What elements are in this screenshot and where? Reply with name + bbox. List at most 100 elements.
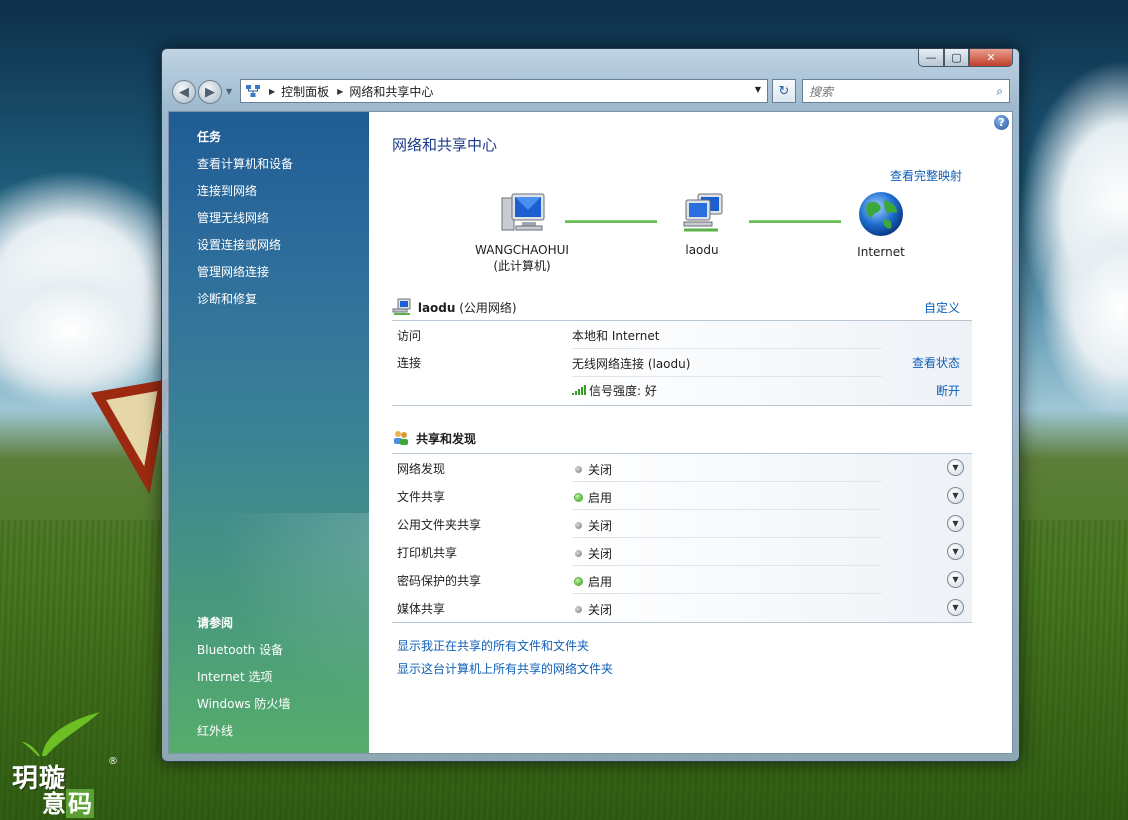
link-line-2 — [749, 220, 841, 223]
sharing-label-password-protected: 密码保护的共享 — [397, 574, 482, 588]
disconnect-link[interactable]: 断开 — [936, 382, 960, 399]
see-also-firewall[interactable]: Windows 防火墙 — [197, 695, 290, 712]
back-button[interactable]: ◀ — [172, 80, 196, 104]
search-input[interactable] — [807, 81, 991, 103]
computer-sub-label: (此计算机) — [493, 259, 551, 273]
minimize-button[interactable]: — — [918, 49, 944, 67]
sharing-label-network-discovery: 网络发现 — [397, 462, 446, 476]
network-type: (公用网络) — [459, 301, 517, 315]
chevron-down-icon: ▼ — [952, 575, 959, 584]
status-on-icon — [575, 494, 582, 501]
search-icon[interactable]: ⌕ — [996, 84, 1003, 99]
network-name: laodu — [417, 301, 456, 315]
page-title: 网络和共享中心 — [392, 136, 498, 154]
signal-bars-icon — [572, 385, 586, 395]
content-area: 任务 查看计算机和设备 连接到网络 管理无线网络 设置连接或网络 管理网络连接 … — [168, 111, 1013, 754]
watermark-logo: 玥璇 ® 意码 — [12, 700, 122, 818]
show-shared-network-folders-link[interactable]: 显示这台计算机上所有共享的网络文件夹 — [397, 660, 613, 677]
chevron-down-icon: ▼ — [952, 491, 959, 500]
sharing-label-media: 媒体共享 — [397, 602, 446, 616]
help-icon[interactable]: ? — [994, 115, 1009, 130]
map-this-computer[interactable]: WANGCHAOHUI (此计算机) — [467, 192, 577, 274]
task-view-computers[interactable]: 查看计算机和设备 — [197, 155, 293, 172]
status-off-icon — [575, 606, 582, 613]
expand-file-sharing[interactable]: ▼ — [947, 487, 964, 504]
customize-link[interactable]: 自定义 — [924, 299, 960, 316]
status-off-icon — [575, 522, 582, 529]
computer-icon — [501, 193, 545, 231]
status-on-icon — [575, 578, 582, 585]
maximize-button[interactable]: ▢ — [944, 49, 969, 67]
view-full-map-link[interactable]: 查看完整映射 — [890, 167, 962, 184]
refresh-button[interactable]: ↻ — [772, 79, 796, 103]
network-folder-icon — [246, 85, 260, 97]
sharing-label-file-sharing: 文件共享 — [397, 490, 446, 504]
close-button[interactable]: ✕ — [969, 49, 1013, 67]
expand-public-folder[interactable]: ▼ — [947, 515, 964, 532]
internet-label: Internet — [857, 245, 905, 259]
expand-media[interactable]: ▼ — [947, 599, 964, 616]
breadcrumb-network-center[interactable]: 网络和共享中心 — [349, 83, 433, 100]
address-bar[interactable]: ▶ 控制面板 ▶ 网络和共享中心 ▼ — [240, 79, 768, 103]
network-section-header: laodu (公用网络) — [392, 298, 517, 316]
explorer-window: — ▢ ✕ ◀ ▶ ▼ ▶ 控制面板 ▶ 网络和共享中心 ▼ ↻ ⌕ — [161, 48, 1020, 762]
watermark-registered: ® — [108, 756, 118, 767]
task-manage-connections[interactable]: 管理网络连接 — [197, 263, 269, 280]
tasks-heading: 任务 — [197, 130, 222, 144]
forward-button[interactable]: ▶ — [198, 80, 222, 104]
task-sidebar: 任务 查看计算机和设备 连接到网络 管理无线网络 设置连接或网络 管理网络连接 … — [169, 112, 369, 753]
connection-label: 连接 — [397, 356, 422, 370]
sharing-status-password-protected: 启用 — [575, 573, 612, 590]
sharing-icon — [394, 431, 408, 445]
breadcrumb: ▶ 控制面板 ▶ 网络和共享中心 — [269, 83, 434, 100]
computer-name: WANGCHAOHUI — [475, 243, 569, 257]
breadcrumb-control-panel[interactable]: 控制面板 — [281, 83, 329, 100]
sharing-label-printer: 打印机共享 — [397, 546, 458, 560]
task-connect-network[interactable]: 连接到网络 — [197, 182, 257, 199]
sharing-status-printer: 关闭 — [575, 545, 612, 562]
refresh-icon: ↻ — [778, 83, 790, 99]
sharing-status-media: 关闭 — [575, 601, 612, 618]
map-network[interactable]: laodu — [657, 192, 747, 258]
sharing-status-public-folder: 关闭 — [575, 517, 612, 534]
see-also-internet-options[interactable]: Internet 选项 — [197, 668, 272, 685]
arrow-right-icon: ▶ — [205, 84, 215, 100]
task-diagnose-repair[interactable]: 诊断和修复 — [197, 290, 257, 307]
see-also-bluetooth[interactable]: Bluetooth 设备 — [197, 641, 283, 658]
show-my-shared-files-link[interactable]: 显示我正在共享的所有文件和文件夹 — [397, 637, 589, 654]
expand-network-discovery[interactable]: ▼ — [947, 459, 964, 476]
recent-pages-dropdown[interactable]: ▼ — [226, 87, 232, 96]
network-name-label: laodu — [685, 243, 719, 257]
chevron-down-icon: ▼ — [952, 463, 959, 472]
address-dropdown-icon[interactable]: ▼ — [755, 85, 761, 94]
status-off-icon — [575, 466, 582, 473]
access-value: 本地和 Internet — [572, 329, 660, 343]
access-label: 访问 — [397, 329, 422, 343]
link-line-1 — [565, 220, 657, 223]
sharing-status-file-sharing: 启用 — [575, 489, 612, 506]
expand-password-protected[interactable]: ▼ — [947, 571, 964, 588]
task-setup-connection[interactable]: 设置连接或网络 — [197, 236, 281, 253]
map-internet[interactable]: Internet — [841, 190, 921, 260]
sharing-panel: 网络发现 关闭 ▼ 文件共享 启用 ▼ 公用文件夹共享 关闭 ▼ 打印机共享 关… — [392, 453, 972, 623]
sharing-status-network-discovery: 关闭 — [575, 461, 612, 478]
network-icon — [683, 193, 723, 232]
see-also-infrared[interactable]: 红外线 — [197, 722, 233, 739]
globe-icon — [859, 192, 903, 236]
main-pane: ? 网络和共享中心 查看完整映射 WANGCHAOHUI (此计算机) laod… — [369, 112, 1012, 753]
status-off-icon — [575, 550, 582, 557]
sharing-label-public-folder: 公用文件夹共享 — [397, 518, 482, 532]
network-details-panel: 访问 本地和 Internet 连接 无线网络连接 (laodu) 查看状态 信… — [392, 320, 972, 406]
task-manage-wireless[interactable]: 管理无线网络 — [197, 209, 269, 226]
network-small-icon — [392, 298, 411, 315]
connection-value: 无线网络连接 (laodu) — [572, 357, 691, 371]
sharing-section-header: 共享和发现 — [392, 430, 476, 447]
leaf-icon — [22, 712, 100, 756]
navigation-bar: ◀ ▶ ▼ ▶ 控制面板 ▶ 网络和共享中心 ▼ ↻ ⌕ — [170, 79, 1011, 105]
signal-strength: 信号强度: 好 — [572, 382, 657, 399]
chevron-down-icon: ▼ — [952, 603, 959, 612]
expand-printer[interactable]: ▼ — [947, 543, 964, 560]
chevron-down-icon: ▼ — [952, 547, 959, 556]
view-status-link[interactable]: 查看状态 — [912, 354, 960, 371]
watermark-bottom-text: 意码 — [42, 789, 94, 818]
